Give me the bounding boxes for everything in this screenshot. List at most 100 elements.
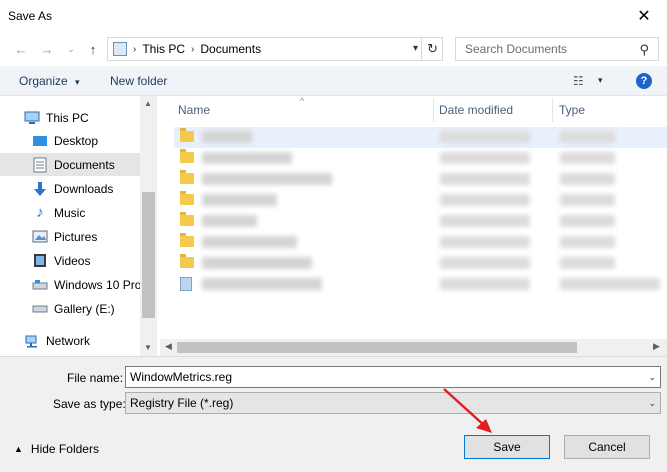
scroll-down-icon[interactable]: ▼ bbox=[144, 343, 152, 352]
sidebar-item-gallery-e[interactable]: Gallery (E:) bbox=[0, 297, 140, 320]
window-title: Save As bbox=[8, 9, 53, 23]
hide-folders-label: Hide Folders bbox=[30, 442, 99, 456]
sidebar-item-pictures[interactable]: Pictures bbox=[0, 225, 140, 248]
obscured-name bbox=[202, 152, 292, 164]
sidebar-item-label: Pictures bbox=[54, 229, 98, 244]
column-divider[interactable] bbox=[433, 98, 434, 122]
obscured-name bbox=[202, 173, 332, 185]
view-options-icon[interactable]: ☷ bbox=[573, 74, 584, 88]
chevron-down-icon[interactable]: ⌄ bbox=[648, 398, 656, 409]
navigation-pane-scrollbar[interactable]: ▲ ▼ bbox=[140, 96, 157, 356]
folder-icon bbox=[180, 212, 194, 226]
hide-folders-button[interactable]: ▲ Hide Folders bbox=[14, 442, 99, 456]
breadcrumb-this-pc[interactable]: This PC bbox=[142, 42, 185, 56]
obscured-type bbox=[560, 194, 615, 206]
chevron-down-icon[interactable]: ⌄ bbox=[648, 372, 656, 383]
list-item[interactable] bbox=[174, 148, 667, 169]
scrollbar-thumb[interactable] bbox=[177, 342, 577, 353]
help-icon[interactable]: ? bbox=[636, 73, 652, 89]
obscured-type bbox=[560, 131, 615, 143]
obscured-type bbox=[560, 278, 660, 290]
folder-icon bbox=[180, 233, 194, 247]
save-as-type-select[interactable]: Registry File (*.reg) ⌄ bbox=[125, 392, 661, 414]
folder-icon bbox=[180, 128, 194, 142]
chevron-down-icon[interactable]: ▾ bbox=[598, 75, 603, 86]
chevron-down-icon[interactable]: ⌄ bbox=[62, 40, 80, 58]
network-icon bbox=[24, 333, 40, 349]
sidebar-item-label: Videos bbox=[54, 253, 91, 268]
sidebar-item-label: Gallery (E:) bbox=[54, 301, 115, 316]
drive-icon bbox=[32, 301, 48, 317]
sidebar-item-desktop[interactable]: Desktop bbox=[0, 129, 140, 152]
search-input[interactable] bbox=[463, 38, 633, 60]
scroll-left-icon[interactable]: ◀ bbox=[165, 341, 172, 352]
list-item[interactable] bbox=[174, 274, 667, 295]
music-note-icon: ♪ bbox=[36, 204, 44, 221]
documents-icon bbox=[32, 157, 48, 173]
pictures-icon bbox=[32, 229, 48, 245]
sidebar-item-music[interactable]: ♪ Music bbox=[0, 201, 140, 224]
computer-icon bbox=[24, 110, 40, 126]
desktop-icon bbox=[32, 133, 48, 149]
list-item[interactable] bbox=[174, 253, 667, 274]
column-header-date-modified[interactable]: Date modified bbox=[439, 96, 552, 124]
sidebar-item-label: Desktop bbox=[54, 133, 99, 148]
save-button[interactable]: Save bbox=[464, 435, 550, 459]
chevron-right-icon[interactable]: › bbox=[191, 44, 194, 55]
organize-label: Organize bbox=[19, 74, 68, 88]
sidebar-item-label: Documents bbox=[54, 157, 115, 172]
breadcrumb-documents[interactable]: Documents bbox=[200, 42, 261, 56]
list-item[interactable] bbox=[174, 232, 667, 253]
folder-icon bbox=[180, 254, 194, 268]
search-box[interactable]: ⚲ bbox=[455, 37, 659, 61]
sidebar-item-windows-10-pro[interactable]: Windows 10 Pro bbox=[0, 273, 142, 296]
sidebar-item-network[interactable]: Network bbox=[0, 329, 140, 352]
list-item[interactable] bbox=[174, 190, 667, 211]
close-icon[interactable]: ✕ bbox=[621, 0, 667, 32]
up-arrow-icon[interactable]: ↑ bbox=[84, 40, 102, 58]
obscured-name bbox=[202, 257, 312, 269]
file-list-horizontal-scrollbar[interactable]: ◀ ▶ bbox=[160, 339, 667, 356]
file-name-field[interactable]: ⌄ bbox=[125, 366, 661, 388]
command-toolbar: Organize ▾ New folder ☷ ▾ ? bbox=[0, 66, 667, 96]
obscured-name bbox=[202, 131, 252, 143]
column-header-name[interactable]: Name bbox=[178, 96, 433, 124]
scroll-up-icon[interactable]: ▲ bbox=[144, 99, 152, 108]
address-row: ← → ⌄ ↑ › This PC › Documents ▾ ↻ ⚲ bbox=[0, 32, 667, 64]
address-bar[interactable]: › This PC › Documents ▾ ↻ bbox=[107, 37, 443, 61]
scrollbar-thumb[interactable] bbox=[142, 192, 155, 318]
file-name-label: File name: bbox=[67, 371, 124, 385]
sidebar-item-label: Downloads bbox=[54, 181, 114, 196]
this-pc-icon bbox=[113, 42, 127, 56]
sidebar-item-documents[interactable]: Documents bbox=[0, 153, 140, 176]
obscured-name bbox=[202, 215, 257, 227]
list-item[interactable] bbox=[174, 169, 667, 190]
back-arrow-icon[interactable]: ← bbox=[12, 40, 30, 58]
sidebar-item-downloads[interactable]: Downloads bbox=[0, 177, 140, 200]
save-as-type-value: Registry File (*.reg) bbox=[130, 396, 234, 410]
sidebar-item-label: Windows 10 Pro bbox=[54, 277, 142, 292]
obscured-date bbox=[440, 152, 530, 164]
navigation-pane: This PC Desktop Documents Downloads ♪ Mu… bbox=[0, 96, 157, 356]
sidebar-item-videos[interactable]: Videos bbox=[0, 249, 140, 272]
scroll-right-icon[interactable]: ▶ bbox=[653, 341, 660, 352]
new-folder-button[interactable]: New folder bbox=[110, 74, 167, 88]
search-icon[interactable]: ⚲ bbox=[639, 42, 649, 58]
forward-arrow-icon[interactable]: → bbox=[38, 40, 56, 58]
obscured-name bbox=[202, 236, 297, 248]
chevron-right-icon[interactable]: › bbox=[133, 44, 136, 55]
list-item[interactable] bbox=[174, 211, 667, 232]
obscured-date bbox=[440, 236, 530, 248]
address-history-dropdown-icon[interactable]: ▾ bbox=[413, 43, 418, 54]
column-divider[interactable] bbox=[552, 98, 553, 122]
list-item[interactable] bbox=[174, 127, 667, 148]
cancel-button[interactable]: Cancel bbox=[564, 435, 650, 459]
file-name-input[interactable] bbox=[130, 370, 650, 384]
obscured-type bbox=[560, 173, 615, 185]
sidebar-item-this-pc[interactable]: This PC bbox=[0, 106, 140, 129]
obscured-type bbox=[560, 152, 615, 164]
column-header-type[interactable]: Type bbox=[559, 96, 659, 124]
obscured-date bbox=[440, 215, 530, 227]
refresh-icon[interactable]: ↻ bbox=[427, 41, 438, 57]
organize-button[interactable]: Organize ▾ bbox=[19, 74, 80, 88]
